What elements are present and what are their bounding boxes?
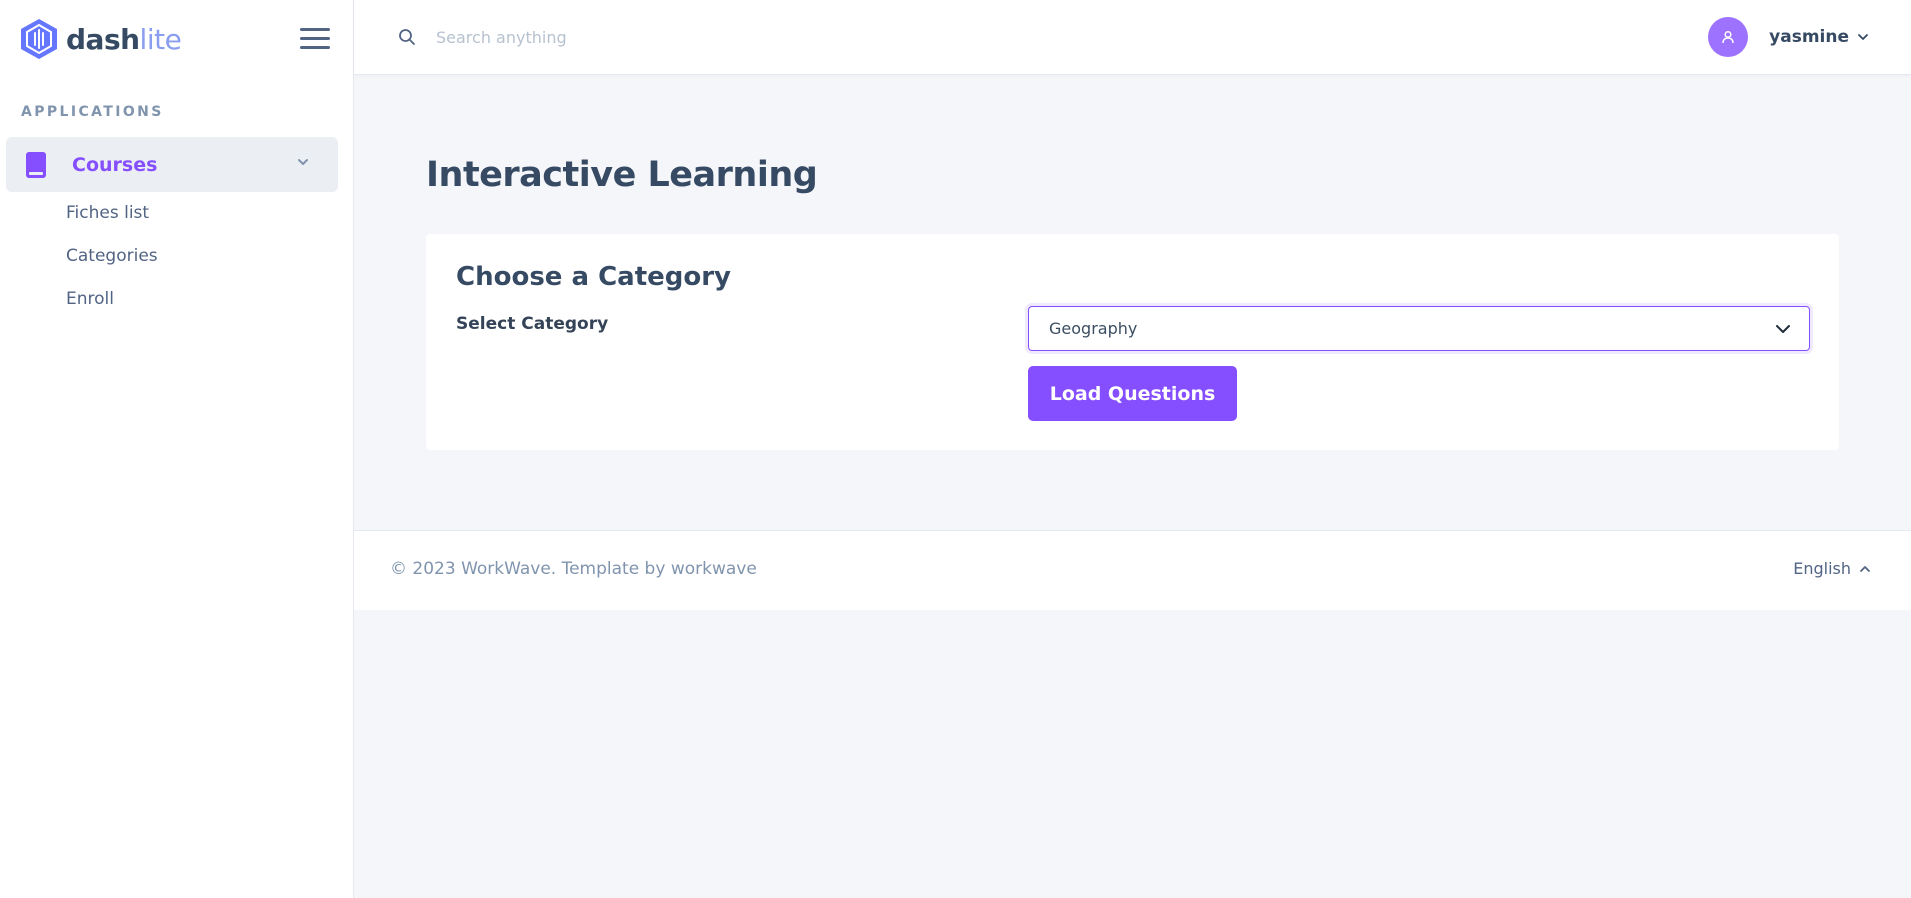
user-name: yasmine: [1769, 27, 1849, 47]
brand-name: dashlite: [66, 22, 182, 56]
page-title: Interactive Learning: [426, 155, 818, 195]
brand-logo-link[interactable]: dashlite: [20, 18, 182, 60]
sidebar-subitem-categories[interactable]: Categories: [66, 241, 158, 284]
hamburger-icon: [300, 28, 330, 31]
search-input[interactable]: [434, 22, 1034, 52]
footer: © 2023 WorkWave. Template by workwave En…: [354, 530, 1911, 610]
category-card: Choose a Category Select Category Geogra…: [426, 234, 1839, 450]
category-select[interactable]: Geography: [1028, 306, 1810, 351]
sidebar-subnav: Fiches list Categories Enroll: [66, 198, 158, 327]
top-header: yasmine: [354, 0, 1911, 75]
category-select-value: Geography: [1049, 319, 1138, 338]
brand-name-part1: dash: [66, 22, 140, 56]
avatar[interactable]: [1708, 17, 1749, 57]
copyright-text: © 2023 WorkWave. Template by workwave: [390, 559, 757, 579]
hamburger-icon-bar: [300, 37, 330, 40]
chevron-down-icon: [1776, 325, 1790, 333]
language-switcher[interactable]: English: [1793, 559, 1871, 578]
search-icon[interactable]: [398, 28, 416, 46]
language-label: English: [1793, 559, 1851, 578]
chevron-down-icon: [1858, 34, 1868, 40]
sidebar-subitem-enroll[interactable]: Enroll: [66, 284, 158, 327]
sidebar-item-label: Courses: [72, 153, 158, 176]
sidebar-section-heading: APPLICATIONS: [21, 104, 164, 120]
user-dropdown[interactable]: yasmine: [1708, 17, 1869, 57]
book-icon: [26, 151, 46, 178]
menu-toggle-button[interactable]: [300, 28, 330, 52]
card-title: Choose a Category: [456, 262, 732, 292]
hamburger-icon-bar: [300, 46, 330, 49]
chevron-up-icon: [1860, 565, 1870, 572]
sidebar-subitem-fiches-list[interactable]: Fiches list: [66, 198, 158, 241]
sidebar: dashlite APPLICATIONS Courses Fiches lis…: [0, 0, 354, 898]
sidebar-item-courses[interactable]: Courses: [6, 137, 338, 192]
load-questions-button[interactable]: Load Questions: [1028, 366, 1237, 421]
user-icon: [1722, 30, 1734, 44]
chevron-down-icon: [298, 159, 308, 165]
dashlite-logo-icon: [21, 19, 57, 59]
brand-name-part2: lite: [139, 22, 182, 56]
select-category-label: Select Category: [456, 314, 609, 334]
